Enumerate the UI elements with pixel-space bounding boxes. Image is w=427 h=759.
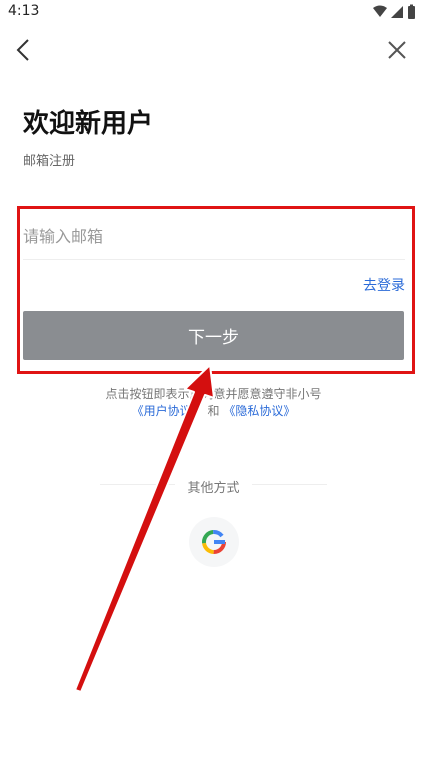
close-icon [388, 41, 406, 59]
close-button[interactable] [387, 40, 407, 60]
user-agreement-link[interactable]: 《用户协议》 [132, 404, 204, 418]
privacy-policy-link[interactable]: 《隐私协议》 [223, 404, 295, 418]
battery-icon [408, 4, 415, 19]
page-title: 欢迎新用户 [23, 109, 154, 139]
chevron-left-icon [16, 39, 29, 61]
divider-right [252, 484, 327, 485]
google-login-button[interactable] [189, 517, 239, 567]
other-methods-title: 其他方式 [187, 481, 240, 496]
status-bar: 4:13 [0, 0, 427, 26]
agreement-links: 《用户协议》 和 《隐私协议》 [0, 402, 427, 419]
status-icons [373, 4, 415, 19]
status-time: 4:13 [8, 3, 40, 19]
google-icon [202, 530, 226, 554]
page-subtitle: 邮箱注册 [23, 154, 76, 169]
highlight-box [17, 206, 415, 374]
back-button[interactable] [12, 36, 34, 64]
agreement-text: 点击按钮即表示您同意并愿意遵守非小号 [105, 387, 322, 401]
signal-icon [391, 6, 403, 18]
wifi-icon [373, 5, 387, 17]
agreement-and: 和 [203, 404, 224, 418]
